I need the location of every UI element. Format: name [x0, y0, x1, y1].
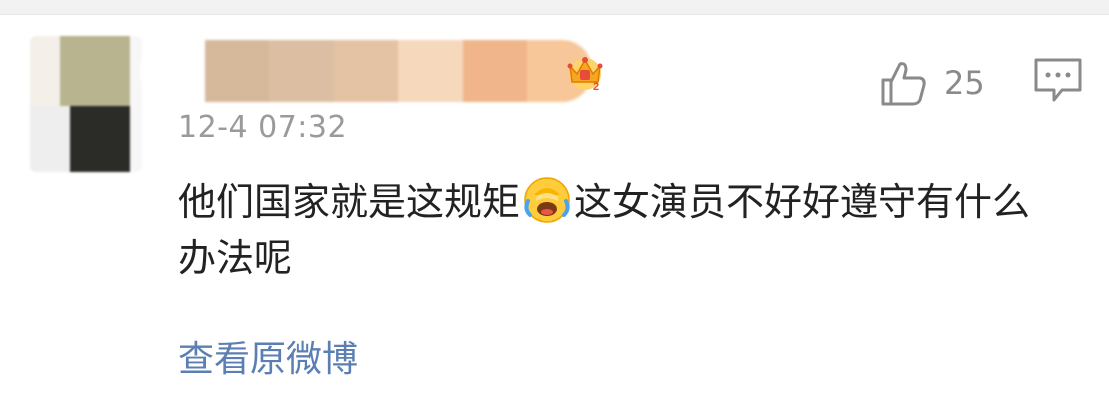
username-redacted[interactable] — [140, 40, 592, 102]
comment-timestamp: 12-4 07:32 — [178, 110, 348, 145]
view-original-post-link[interactable]: 查看原微博 — [178, 330, 358, 382]
svg-text:2: 2 — [593, 81, 599, 93]
avatar[interactable] — [30, 36, 142, 172]
like-button[interactable]: 25 — [878, 58, 985, 108]
comment-text-part1: 他们国家就是这规矩 — [178, 180, 521, 224]
comment-bubble-icon[interactable] — [1032, 56, 1084, 104]
laughing-crying-emoji — [524, 177, 570, 223]
vip-crown-icon: 2 — [567, 57, 603, 93]
top-divider — [0, 0, 1109, 15]
comment-body: 他们国家就是这规矩 这女演员不好好遵守有什么办法呢 — [178, 174, 1058, 286]
thumbs-up-icon — [881, 62, 926, 106]
like-count: 25 — [944, 64, 985, 102]
